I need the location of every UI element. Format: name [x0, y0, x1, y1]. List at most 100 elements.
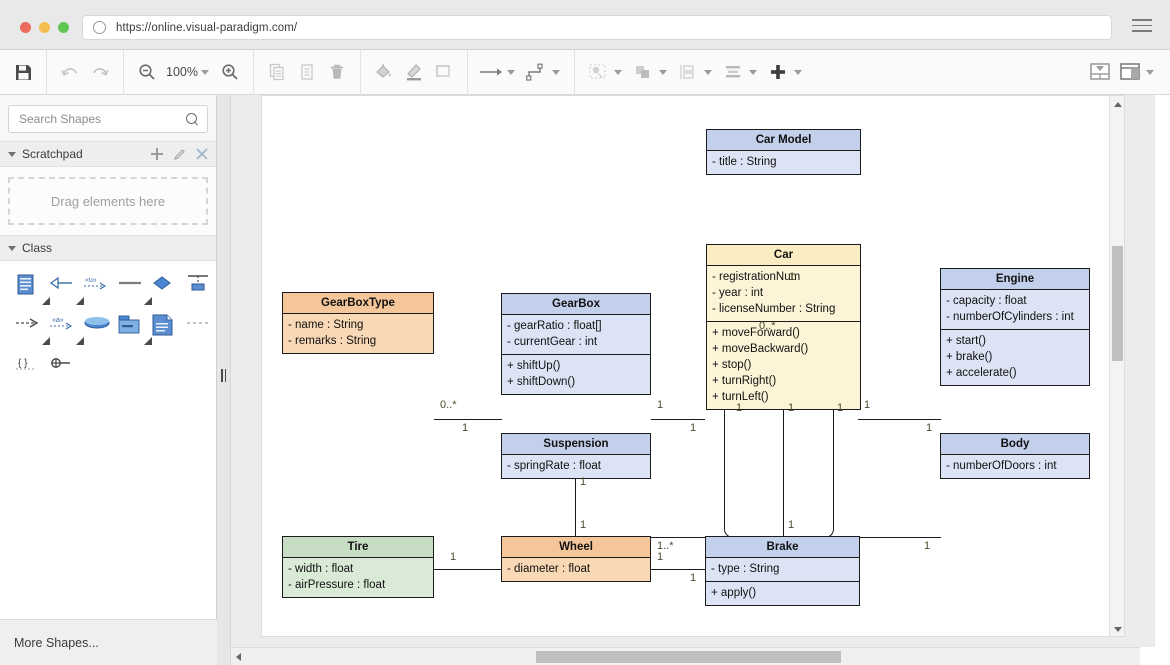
multiplicity-label: 1	[657, 551, 663, 563]
aggregation-shape[interactable]	[150, 273, 182, 299]
class-box-brake[interactable]: Brake - type : String + apply()	[705, 536, 860, 606]
canvas-vertical-scrollbar[interactable]	[1109, 96, 1124, 637]
add-icon[interactable]	[151, 148, 163, 160]
usage-stereotype-shape[interactable]: «u»	[82, 273, 114, 299]
diagram-canvas[interactable]: Car Model - title : String Car - registr…	[261, 95, 1125, 637]
panel-layout-dropdown-caret[interactable]	[1146, 70, 1154, 75]
orthogonal-connector-icon[interactable]	[521, 57, 551, 87]
link-car-engine[interactable]	[858, 419, 941, 420]
redo-icon[interactable]	[85, 57, 115, 87]
orth-connector-dropdown-caret[interactable]	[552, 70, 560, 75]
fill-color-icon[interactable]	[369, 57, 399, 87]
line-color-icon[interactable]	[399, 57, 429, 87]
splitter-grip[interactable]	[221, 369, 226, 382]
maximize-window-button[interactable]	[58, 22, 69, 33]
select-dropdown-caret[interactable]	[614, 70, 622, 75]
undo-icon[interactable]	[55, 57, 85, 87]
class-shape[interactable]	[14, 273, 46, 299]
port-shape[interactable]	[48, 353, 80, 379]
edit-icon[interactable]	[173, 148, 186, 161]
class-box-car[interactable]: Car - registrationNum - year : int - lic…	[706, 244, 861, 410]
operation: + stop()	[712, 357, 855, 373]
scratchpad-dropzone[interactable]: Drag elements here	[8, 177, 208, 225]
app-toolbar: 100%	[0, 50, 1170, 95]
scroll-left-icon[interactable]	[236, 653, 241, 661]
connector-dropdown-caret[interactable]	[507, 70, 515, 75]
class-attributes: - title : String	[707, 151, 860, 174]
select-icon[interactable]	[583, 57, 613, 87]
anchor-shape[interactable]	[184, 313, 216, 339]
search-shapes-box[interactable]	[8, 105, 208, 133]
association-class-shape[interactable]: «a»	[48, 313, 80, 339]
add-icon[interactable]	[763, 57, 793, 87]
vertical-scroll-thumb[interactable]	[1112, 246, 1123, 361]
align-icon[interactable]	[718, 57, 748, 87]
class-operations: + start() + brake() + accelerate()	[941, 329, 1089, 385]
package-shape[interactable]	[116, 313, 148, 339]
zoom-in-icon[interactable]	[215, 57, 245, 87]
add-dropdown-caret[interactable]	[794, 70, 802, 75]
more-shapes-button[interactable]: More Shapes...	[0, 619, 217, 665]
minimize-window-button[interactable]	[39, 22, 50, 33]
class-box-wheel[interactable]: Wheel - diameter : float	[501, 536, 651, 582]
link-car-body-elbow[interactable]	[824, 400, 834, 538]
zoom-out-icon[interactable]	[132, 57, 162, 87]
shape-style-icon[interactable]	[429, 57, 459, 87]
attribute: - type : String	[711, 561, 854, 577]
browser-menu-icon[interactable]	[1132, 19, 1152, 32]
address-bar[interactable]: https://online.visual-paradigm.com/	[82, 15, 1112, 40]
link-gearbox-car[interactable]	[651, 419, 705, 420]
class-box-body[interactable]: Body - numberOfDoors : int	[940, 433, 1090, 479]
link-tire-wheel[interactable]	[434, 569, 502, 570]
save-icon[interactable]	[8, 57, 38, 87]
multiplicity-label: 1	[789, 271, 795, 283]
class-box-suspension[interactable]: Suspension - springRate : float	[501, 433, 651, 479]
operation: + start()	[946, 333, 1084, 349]
dropzone-label: Drag elements here	[51, 194, 165, 209]
multiplicity-label: 1	[788, 519, 794, 531]
class-box-gearboxtype[interactable]: GearBoxType - name : String - remarks : …	[282, 292, 434, 354]
operation: + moveBackward()	[712, 341, 855, 357]
paste-icon[interactable]	[292, 57, 322, 87]
scratchpad-section-header[interactable]: Scratchpad	[0, 141, 216, 167]
canvas-horizontal-scrollbar[interactable]	[231, 647, 1155, 665]
link-gearboxtype-gearbox[interactable]	[434, 419, 502, 420]
link-wheel-brake[interactable]	[651, 569, 705, 570]
copy-icon[interactable]	[262, 57, 292, 87]
dependency-shape[interactable]	[14, 313, 46, 339]
multiplicity-label: 1	[690, 422, 696, 434]
straight-connector-icon[interactable]	[476, 57, 506, 87]
panel-splitter[interactable]	[217, 95, 231, 665]
scroll-up-icon[interactable]	[1114, 102, 1122, 107]
database-shape[interactable]	[82, 313, 114, 339]
class-section-header[interactable]: Class	[0, 235, 216, 261]
close-window-button[interactable]	[20, 22, 31, 33]
class-box-car-model[interactable]: Car Model - title : String	[706, 129, 861, 175]
class-name: Wheel	[502, 537, 650, 558]
class-box-gearbox[interactable]: GearBox - gearRatio : float[] - currentG…	[501, 293, 651, 395]
operation: + turnRight()	[712, 373, 855, 389]
constraint-shape[interactable]: { }	[14, 353, 46, 379]
close-icon[interactable]	[196, 148, 208, 160]
chevron-down-icon[interactable]	[8, 152, 16, 157]
interface-shape[interactable]	[184, 273, 216, 299]
panel-layout-icon[interactable]	[1115, 57, 1145, 87]
distribute-icon[interactable]	[673, 57, 703, 87]
class-box-engine[interactable]: Engine - capacity : float - numberOfCyli…	[940, 268, 1090, 386]
fit-page-icon[interactable]	[1085, 57, 1115, 87]
align-dropdown-caret[interactable]	[749, 70, 757, 75]
scroll-down-icon[interactable]	[1114, 627, 1122, 632]
link-car-suspension-elbow[interactable]	[724, 400, 734, 538]
class-box-tire[interactable]: Tire - width : float - airPressure : flo…	[282, 536, 434, 598]
search-input[interactable]	[17, 111, 186, 127]
generalization-shape[interactable]	[48, 273, 80, 299]
group-icon[interactable]	[628, 57, 658, 87]
horizontal-scroll-thumb[interactable]	[536, 651, 841, 663]
trash-icon[interactable]	[322, 57, 352, 87]
association-shape[interactable]	[116, 273, 148, 299]
group-dropdown-caret[interactable]	[659, 70, 667, 75]
note-shape[interactable]	[150, 313, 182, 339]
distribute-dropdown-caret[interactable]	[704, 70, 712, 75]
zoom-dropdown-caret[interactable]	[201, 70, 209, 75]
chevron-down-icon[interactable]	[8, 246, 16, 251]
